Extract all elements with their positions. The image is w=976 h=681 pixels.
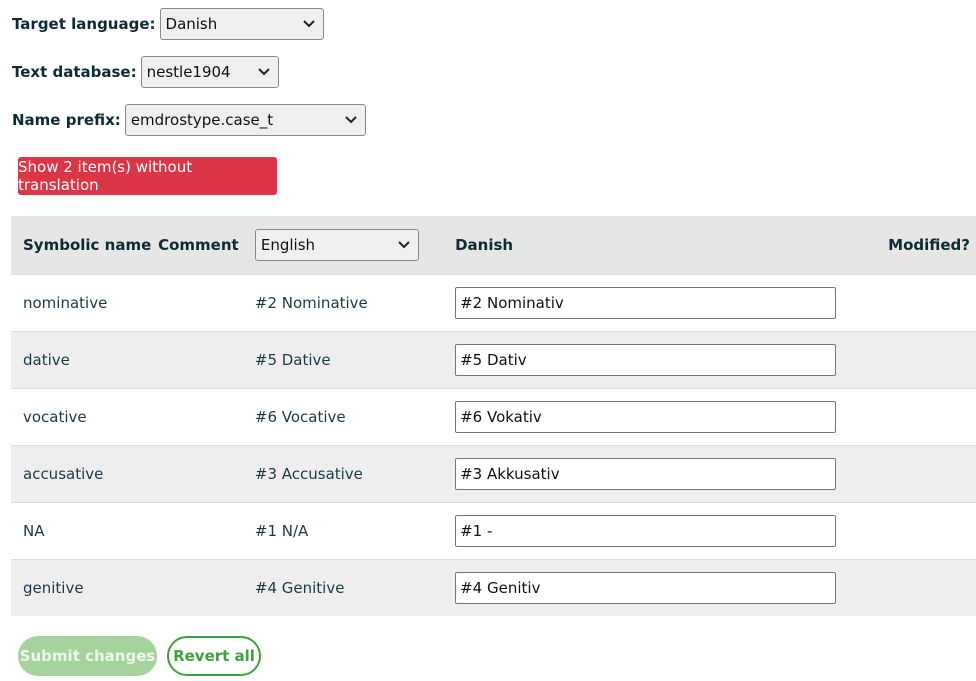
source-text-cell: #2 Nominative	[254, 293, 368, 312]
submit-changes-button[interactable]: Submit changes	[18, 636, 157, 676]
name-prefix-select[interactable]: emdrostype.case_t	[124, 104, 366, 136]
translation-input[interactable]: #3 Akkusativ	[455, 457, 837, 490]
name-prefix-label: Name prefix:	[12, 111, 121, 129]
source-text-cell: #3 Accusative	[254, 464, 363, 483]
text-database-label: Text database:	[12, 63, 137, 81]
table-row: genitive #4 Genitive #4 Genitiv	[11, 559, 976, 616]
translation-input[interactable]: #5 Dativ	[455, 343, 837, 376]
source-text-cell: #6 Vocative	[254, 407, 346, 426]
modified-cell	[888, 388, 976, 445]
header-modified: Modified?	[888, 235, 970, 254]
modified-cell	[888, 274, 976, 331]
modified-cell	[888, 445, 976, 502]
symbolic-name-cell: vocative	[23, 407, 87, 426]
symbolic-name-cell: accusative	[23, 464, 104, 483]
chevron-down-icon	[398, 241, 410, 249]
translation-input[interactable]: #4 Genitiv	[455, 571, 837, 604]
table-row: vocative #6 Vocative #6 Vokativ	[11, 388, 976, 445]
comment-cell	[158, 559, 255, 616]
translation-input[interactable]: #2 Nominativ	[455, 286, 837, 319]
text-database-select[interactable]: nestle1904	[140, 56, 279, 88]
comment-cell	[158, 274, 255, 331]
header-comment: Comment	[158, 235, 239, 254]
target-language-label: Target language:	[12, 15, 156, 33]
symbolic-name-cell: nominative	[23, 293, 108, 312]
source-text-cell: #5 Dative	[254, 350, 331, 369]
table-row: accusative #3 Accusative #3 Akkusativ	[11, 445, 976, 502]
comment-cell	[158, 331, 255, 388]
chevron-down-icon	[345, 116, 357, 124]
table-header-row: Symbolic name Comment English Danish Mod…	[11, 216, 976, 274]
header-target-language: Danish	[455, 235, 514, 254]
revert-all-button[interactable]: Revert all	[167, 636, 261, 676]
header-symbolic-name: Symbolic name	[23, 235, 152, 254]
table-row: nominative #2 Nominative #2 Nominativ	[11, 274, 976, 331]
source-language-select[interactable]: English	[254, 228, 419, 261]
symbolic-name-cell: genitive	[23, 578, 84, 597]
source-text-cell: #4 Genitive	[254, 578, 345, 597]
name-prefix-value: emdrostype.case_t	[130, 111, 274, 129]
show-untranslated-button[interactable]: Show 2 item(s) without translation	[18, 157, 277, 195]
name-prefix-row: Name prefix: emdrostype.case_t	[12, 104, 366, 136]
source-text-cell: #1 N/A	[254, 521, 309, 540]
modified-cell	[888, 502, 976, 559]
table-row: dative #5 Dative #5 Dativ	[11, 331, 976, 388]
chevron-down-icon	[257, 68, 270, 76]
comment-cell	[158, 388, 255, 445]
modified-cell	[888, 559, 976, 616]
table-row: NA #1 N/A #1 -	[11, 502, 976, 559]
modified-cell	[888, 331, 976, 388]
translation-input[interactable]: #1 -	[455, 514, 837, 547]
source-language-value: English	[260, 235, 316, 254]
chevron-down-icon	[302, 20, 315, 28]
symbolic-name-cell: NA	[23, 521, 45, 540]
comment-cell	[158, 502, 255, 559]
target-language-select[interactable]: Danish	[159, 8, 324, 40]
comment-cell	[158, 445, 255, 502]
text-database-row: Text database: nestle1904	[12, 56, 279, 88]
translation-table: Symbolic name Comment English Danish Mod…	[11, 216, 976, 616]
symbolic-name-cell: dative	[23, 350, 70, 369]
target-language-value: Danish	[165, 15, 218, 33]
text-database-value: nestle1904	[146, 63, 231, 81]
target-language-row: Target language: Danish	[12, 8, 324, 40]
header-source-language: English	[254, 216, 455, 274]
translation-input[interactable]: #6 Vokativ	[455, 400, 837, 433]
